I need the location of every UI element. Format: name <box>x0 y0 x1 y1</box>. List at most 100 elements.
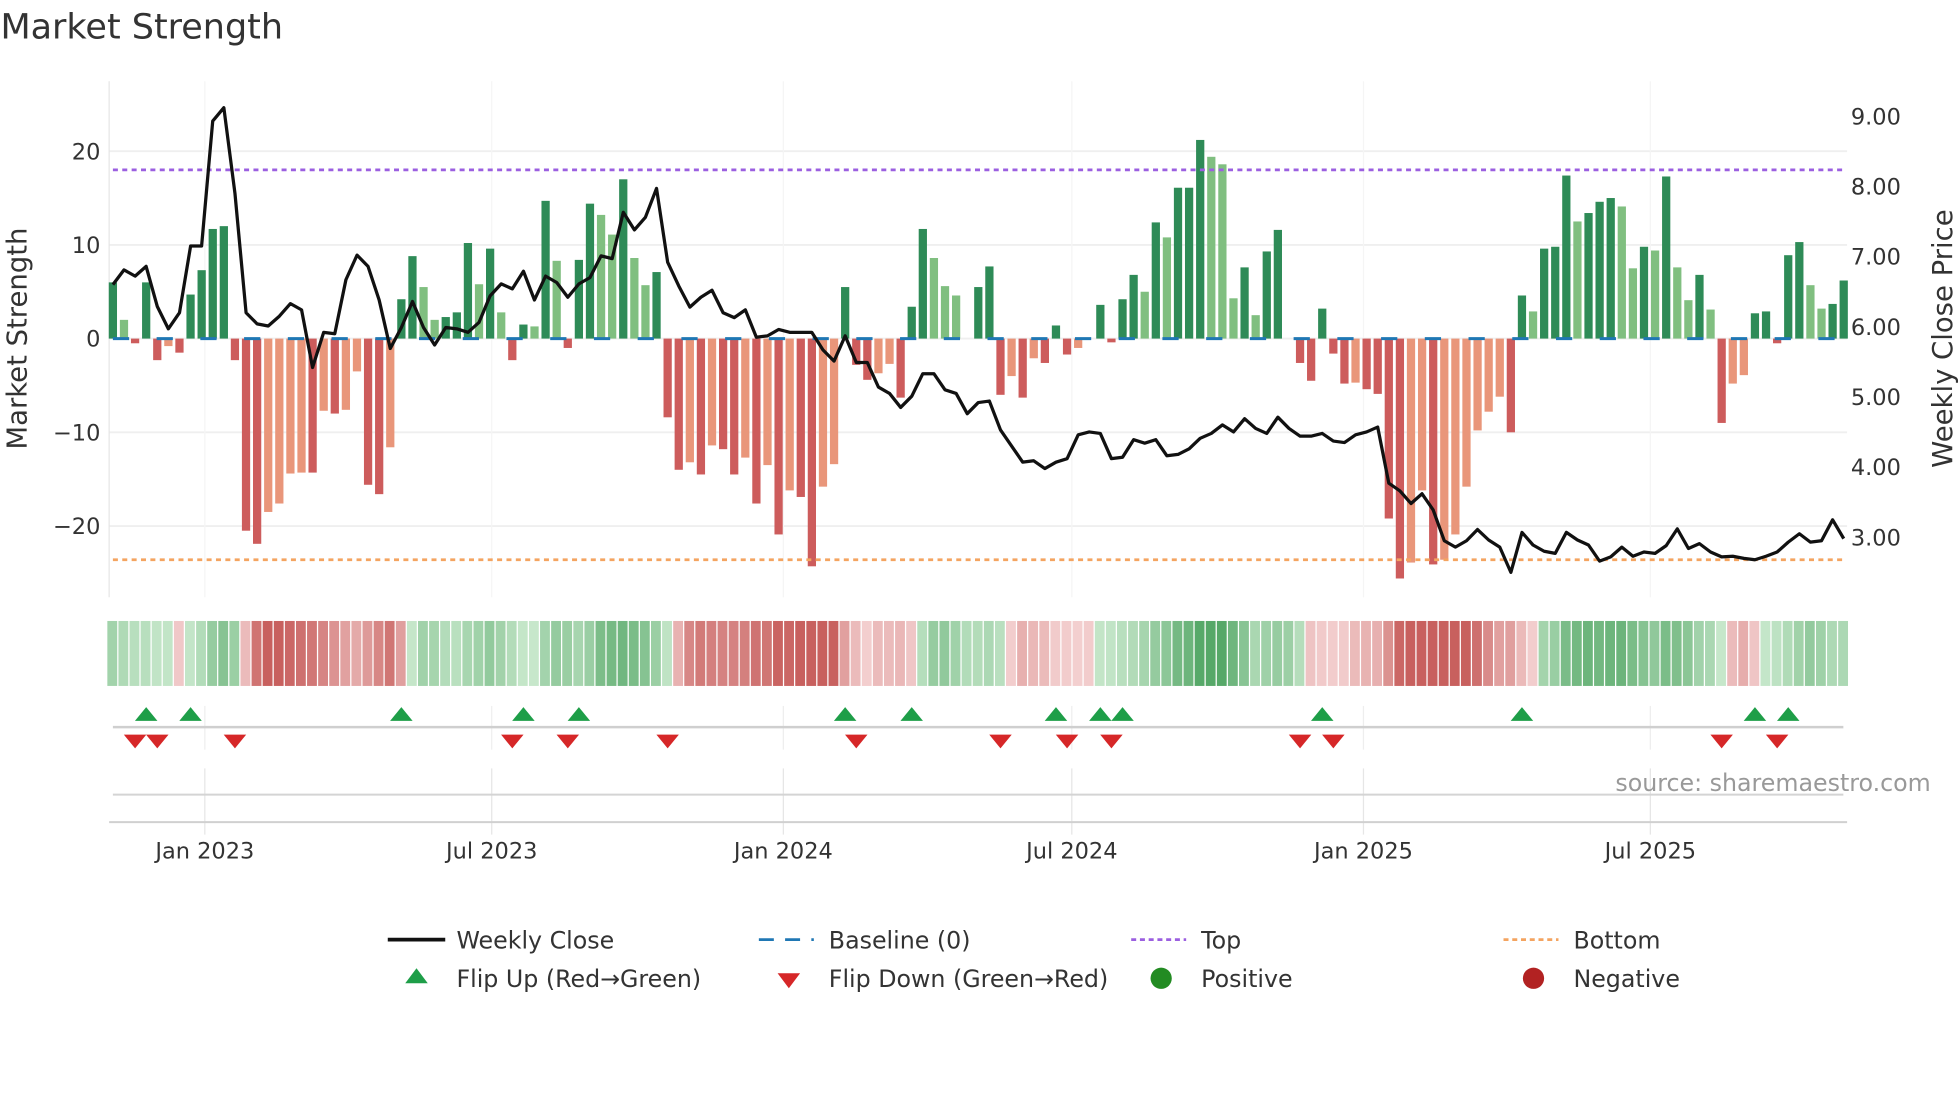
left-tick-labels: 20 10 0 −10 −20 <box>53 139 100 540</box>
flip-up-marker <box>390 707 413 721</box>
strength-bar <box>1351 338 1360 383</box>
heat-cell <box>1039 620 1050 686</box>
heat-cell <box>1017 620 1027 686</box>
heat-cell <box>1771 620 1782 686</box>
heat-cell <box>340 620 351 686</box>
heat-cell <box>1050 620 1061 686</box>
y2-tick-label: 4.00 <box>1851 455 1901 481</box>
heat-cell <box>1227 620 1238 686</box>
heat-cell <box>773 620 783 686</box>
strength-bar <box>1628 268 1638 339</box>
heat-cell <box>506 620 517 686</box>
strength-bar <box>130 338 140 344</box>
strength-bar <box>330 338 339 414</box>
strength-heat-strip <box>107 620 1849 686</box>
strength-bar <box>707 338 717 446</box>
triangle-up-icon <box>405 968 428 984</box>
heat-cell <box>551 620 561 686</box>
strength-bar <box>996 338 1005 395</box>
strength-bar <box>108 282 118 339</box>
strength-bar <box>1506 338 1515 433</box>
strength-bar <box>1340 338 1349 384</box>
heat-cell <box>251 620 262 686</box>
market-strength-chart: Market Strength 20 10 0 −10 −20 9.00 8.00 7.00… <box>0 8 1959 993</box>
heat-cell <box>1449 620 1460 686</box>
strength-bar <box>1395 338 1405 579</box>
heat-cell <box>950 620 961 686</box>
strength-bar <box>863 338 872 380</box>
strength-bar <box>530 326 539 339</box>
heat-cell <box>540 620 550 686</box>
strength-bar <box>1229 298 1238 339</box>
strength-bar <box>929 258 939 339</box>
strength-bar <box>1417 338 1427 491</box>
x-tick-label: Jul 2023 <box>444 838 537 864</box>
heat-cell <box>1472 620 1482 686</box>
heat-cell <box>1616 620 1627 686</box>
strength-bar <box>907 306 916 339</box>
strength-bar <box>219 226 228 339</box>
heat-cell <box>140 620 151 686</box>
flip-up-marker <box>833 707 857 721</box>
strength-bar <box>718 338 728 450</box>
heat-cell <box>273 620 284 686</box>
strength-bar <box>1839 280 1848 339</box>
strength-bar <box>1617 206 1626 339</box>
strength-bar <box>1584 213 1593 339</box>
heat-cell <box>462 620 473 686</box>
heat-cell <box>728 620 739 686</box>
strength-bar <box>1540 248 1549 339</box>
heat-cell <box>484 620 495 686</box>
strength-bar <box>552 260 561 339</box>
strength-bar <box>1151 222 1160 339</box>
heat-cell <box>628 620 639 686</box>
strength-bar <box>1207 156 1216 339</box>
heat-cell <box>1372 620 1383 686</box>
heat-cell <box>839 620 850 686</box>
strength-bars <box>108 139 1848 579</box>
heat-cell <box>573 620 584 686</box>
heat-cell <box>1560 620 1571 686</box>
strength-bar <box>1029 338 1038 359</box>
strength-bar <box>1706 309 1715 339</box>
strength-bar <box>1462 338 1471 487</box>
heat-cell <box>1394 620 1405 686</box>
heat-cell <box>1682 620 1693 686</box>
strength-bar <box>497 312 506 339</box>
heat-cell <box>1438 620 1449 686</box>
heat-cell <box>1760 620 1771 686</box>
heat-cell <box>517 620 528 686</box>
strength-bar <box>918 228 927 339</box>
strength-bar <box>1750 313 1760 339</box>
strength-bar <box>951 295 961 339</box>
strength-bar <box>319 338 328 411</box>
heat-cell <box>207 620 218 686</box>
heat-cell <box>395 620 406 686</box>
strength-bar <box>763 338 772 466</box>
strength-bar <box>1517 295 1527 339</box>
strength-bar <box>119 319 129 339</box>
strength-bar <box>785 338 794 491</box>
heat-cell <box>817 620 828 686</box>
strength-bar <box>197 270 206 339</box>
legend-weekly-close: Weekly Close <box>456 926 614 954</box>
strength-bar <box>1429 338 1438 565</box>
strength-bar <box>940 286 950 339</box>
strength-bar <box>1528 311 1538 339</box>
right-tick-labels: 9.00 8.00 7.00 6.00 5.00 4.00 3.00 <box>1851 104 1901 551</box>
strength-bar <box>541 200 550 339</box>
heat-cell <box>1782 620 1793 686</box>
heat-cell <box>1250 620 1260 686</box>
flip-down-marker <box>989 734 1012 749</box>
heat-cell <box>107 620 118 686</box>
strength-bar <box>1717 338 1726 423</box>
legend-baseline: Baseline (0) <box>829 926 971 954</box>
y-tick-label: −20 <box>53 514 100 540</box>
heat-cell <box>850 620 861 686</box>
heat-cell <box>872 620 883 686</box>
heat-cell <box>1183 620 1194 686</box>
strength-bar <box>297 338 306 473</box>
strength-bar <box>1018 338 1027 398</box>
strength-bar <box>1806 285 1815 339</box>
heat-cell <box>1838 620 1849 686</box>
